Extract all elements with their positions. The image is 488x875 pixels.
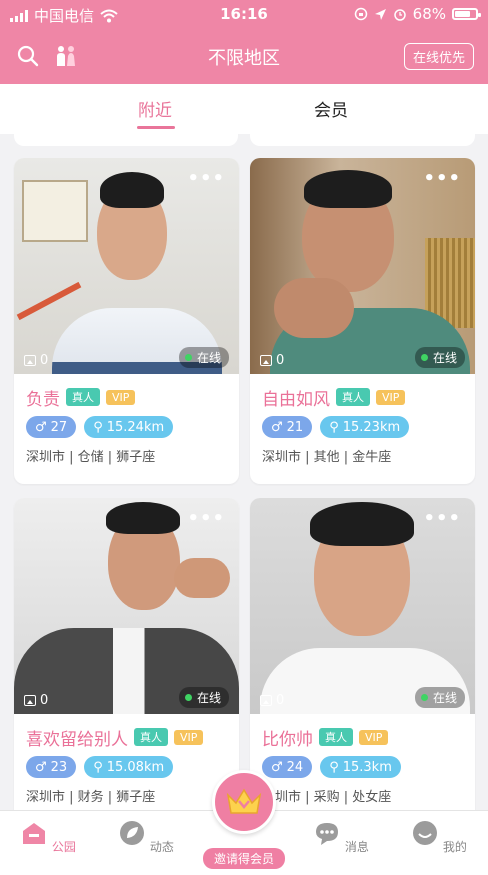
location-pin-icon: ⚲ [329,759,339,775]
profile-details: 深圳市 | 其他 | 金牛座 [262,450,392,465]
lock-rotation-icon [354,7,367,21]
image-icon [24,695,36,706]
profile-photo[interactable]: ••• 0 在线 [14,158,239,374]
nav-messages[interactable]: 消息 [306,819,376,855]
distance-chip: ⚲ 15.24km [84,416,174,438]
verified-badge: 真人 [134,728,168,746]
vip-badge: VIP [359,729,389,745]
image-icon [260,695,272,706]
invite-member-button[interactable]: 邀请得会员 [203,770,285,869]
leaf-icon [120,821,145,845]
verified-badge: 真人 [319,728,353,746]
photo-count: 0 [24,353,48,368]
invite-label: 邀请得会员 [203,848,285,869]
online-badge: 在线 [414,347,465,368]
profile-name: 喜欢留给别人 [26,729,128,750]
profile-photo[interactable]: ••• 0 在线 [14,498,239,714]
male-icon: ♂ [35,759,47,775]
profile-details: 深圳市 | 采购 | 处女座 [262,790,392,805]
nav-park[interactable]: 公园 [13,819,83,855]
previous-card-edge [250,134,475,146]
tab-bar: 附近 会员 [0,84,488,134]
distance-chip: ⚲ 15.08km [84,756,174,778]
active-tab-indicator [137,126,175,129]
profile-details: 深圳市 | 仓储 | 狮子座 [26,450,156,465]
distance-chip: ⚲ 15.3km [320,756,401,778]
verified-badge: 真人 [66,388,100,406]
verified-badge: 真人 [336,388,370,406]
profile-name: 比你帅 [262,729,313,750]
smile-face-icon [413,821,438,845]
profile-photo[interactable]: ••• 0 在线 [250,498,475,714]
photo-count: 0 [260,693,284,708]
tab-nearby[interactable]: 附近 [138,96,172,121]
profile-name: 自由如风 [262,389,330,410]
chat-icon [316,823,339,845]
battery-icon [452,8,481,20]
tab-members[interactable]: 会员 [314,96,348,121]
more-options-icon[interactable]: ••• [187,508,225,529]
online-badge: 在线 [178,687,229,708]
age-chip: ♂ 27 [26,416,77,438]
male-icon: ♂ [35,419,47,435]
image-icon [260,355,272,366]
vip-badge: VIP [106,389,136,405]
location-arrow-icon [374,8,386,20]
nav-moments[interactable]: 动态 [111,819,181,855]
image-icon [24,355,36,366]
location-pin-icon: ⚲ [93,759,103,775]
vip-badge: VIP [376,389,406,405]
vip-badge: VIP [174,729,204,745]
photo-count: 0 [24,693,48,708]
battery-percent: 68% [412,5,446,23]
previous-card-edge [14,134,238,146]
app-header: 不限地区 在线优先 [0,30,488,84]
profile-details: 深圳市 | 财务 | 狮子座 [26,790,156,805]
profile-card[interactable]: ••• 0 在线 负责 真人 VIP ♂ 27 ⚲ 15.24km 深圳市 | 仓储… [14,158,239,484]
profile-card[interactable]: ••• 0 在线 自由如风 真人 VIP ♂ 21 ⚲ 15.23km 深圳市 | … [250,158,475,484]
more-options-icon[interactable]: ••• [423,508,461,529]
status-bar: 中国电信 16:16 68% [0,0,488,30]
online-badge: 在线 [178,347,229,368]
alarm-icon [393,9,406,21]
online-badge: 在线 [414,687,465,708]
profile-photo[interactable]: ••• 0 在线 [250,158,475,374]
location-pin-icon: ⚲ [329,419,339,435]
more-options-icon[interactable]: ••• [423,168,461,189]
age-chip: ♂ 21 [262,416,313,438]
more-options-icon[interactable]: ••• [187,168,225,189]
home-icon [23,823,46,844]
profile-name: 负责 [26,389,60,410]
online-first-button[interactable]: 在线优先 [403,43,474,70]
nav-profile[interactable]: 我的 [404,819,474,855]
male-icon: ♂ [271,419,283,435]
distance-chip: ⚲ 15.23km [320,416,410,438]
age-chip: ♂ 23 [26,756,77,778]
photo-count: 0 [260,353,284,368]
crown-icon [226,788,262,814]
location-pin-icon: ⚲ [93,419,103,435]
